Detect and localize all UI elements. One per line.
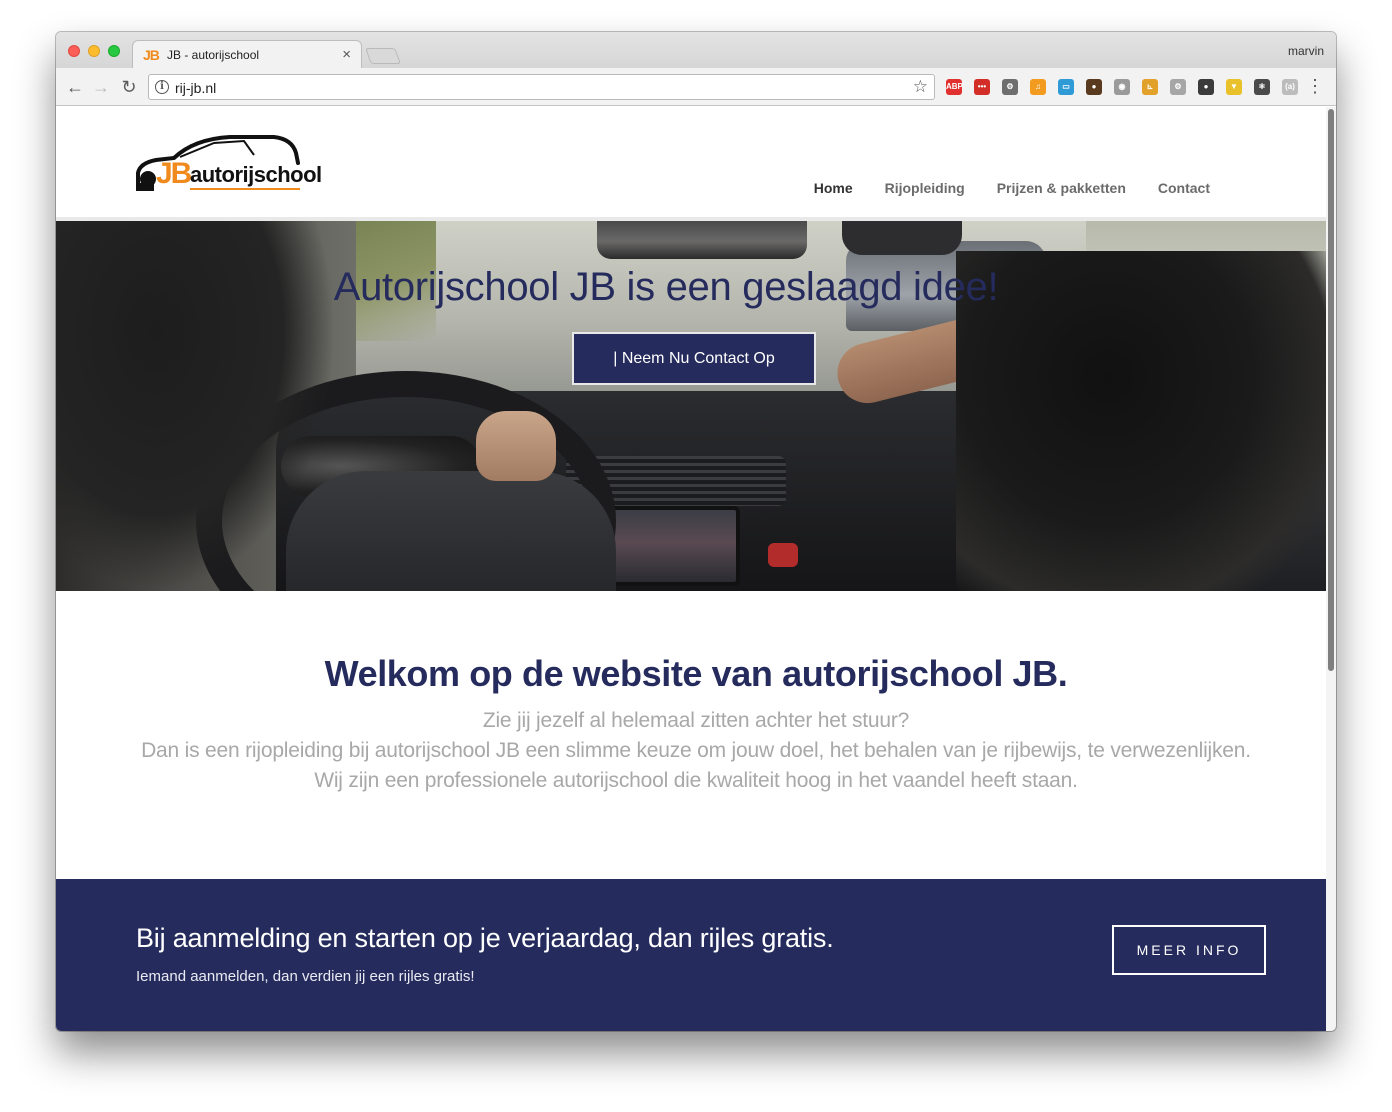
logo-jb-text: JB (156, 157, 192, 190)
nav-item-prijzen[interactable]: Prijzen & pakketten (981, 107, 1142, 220)
window-icon[interactable]: ▭ (1058, 79, 1074, 95)
hero-banner: Autorijschool JB is een geslaagd idee! |… (56, 221, 1336, 591)
page-viewport: JB autorijschool Home Rijopleiding Prijz… (56, 107, 1336, 1031)
bookmark-star-icon[interactable]: ☆ (913, 77, 928, 97)
main-navigation: Home Rijopleiding Prijzen & pakketten Co… (797, 107, 1226, 220)
maximize-window-button[interactable] (108, 45, 120, 57)
tab-title: JB - autorijschool (167, 48, 260, 62)
hero-rearview-mirror (597, 221, 807, 259)
hero-driver-hand (476, 411, 556, 481)
nav-item-contact[interactable]: Contact (1142, 107, 1226, 220)
browser-menu-icon[interactable]: ⋮ (1306, 76, 1324, 96)
welcome-text-line-2: Dan is een rijopleiding bij autorijschoo… (141, 739, 1251, 762)
welcome-section: Welkom op de website van autorijschool J… (56, 591, 1336, 879)
music-icon[interactable]: ♫ (1030, 79, 1046, 95)
hero-hazard-button (768, 543, 798, 567)
tab-bar: JB JB - autorijschool × marvin (56, 32, 1336, 68)
browser-tab[interactable]: JB JB - autorijschool × (132, 40, 362, 68)
react-icon[interactable]: ⚛ (1254, 79, 1270, 95)
promo-title: Bij aanmelding en starten op je verjaard… (136, 923, 834, 953)
hero-sensor-housing (842, 221, 962, 255)
nav-item-home[interactable]: Home (797, 107, 869, 220)
spy-icon[interactable]: ● (1086, 79, 1102, 95)
nav-item-rijopleiding[interactable]: Rijopleiding (869, 107, 981, 220)
minimize-window-button[interactable] (88, 45, 100, 57)
camera-icon[interactable]: ◉ (1114, 79, 1130, 95)
site-logo[interactable]: JB autorijschool (134, 133, 322, 197)
new-tab-button[interactable] (365, 48, 401, 64)
close-tab-icon[interactable]: × (342, 46, 351, 63)
hero-title: Autorijschool JB is een geslaagd idee! (333, 265, 999, 309)
welcome-title: Welkom op de website van autorijschool J… (324, 653, 1068, 694)
meer-info-button[interactable]: MEER INFO (1112, 925, 1266, 975)
forward-arrow-icon[interactable]: → (90, 76, 112, 98)
promo-banner: Bij aanmelding en starten op je verjaard… (56, 879, 1336, 1031)
scrollbar[interactable] (1326, 107, 1336, 1031)
reload-icon[interactable]: ↻ (118, 76, 140, 98)
adblock-plus-icon[interactable]: ABP (946, 79, 963, 95)
welcome-text-line-1: Zie jij jezelf al helemaal zitten achter… (482, 709, 910, 732)
site-header: JB autorijschool Home Rijopleiding Prijz… (56, 107, 1326, 221)
browser-toolbar: ← → ↻ i rij-jb.nl ☆ ABP ••• ⚙ ♫ ▭ ● ◉ ⊾ ⚙ ● ▼ ⚛ (a) … (56, 68, 1336, 106)
gear-icon[interactable]: ⚙ (1170, 79, 1186, 95)
info-icon[interactable]: i (155, 80, 169, 94)
browser-window: JB JB - autorijschool × marvin ← → ↻ i r… (56, 32, 1336, 1031)
ruler-icon[interactable]: ⊾ (1142, 79, 1158, 95)
url-text[interactable]: rij-jb.nl (175, 80, 216, 96)
circle-icon[interactable]: ● (1198, 79, 1214, 95)
back-arrow-icon[interactable]: ← (64, 76, 86, 98)
address-bar[interactable]: i rij-jb.nl ☆ (148, 74, 935, 100)
promo-subtitle: Iemand aanmelden, dan verdien jij een ri… (136, 968, 475, 985)
scrollbar-thumb[interactable] (1328, 109, 1334, 671)
contact-cta-button[interactable]: | Neem Nu Contact Op (572, 332, 816, 385)
close-window-button[interactable] (68, 45, 80, 57)
settings-cog-icon[interactable]: ⚙ (1002, 79, 1018, 95)
logo-wordmark: autorijschool (190, 162, 322, 187)
a11y-icon[interactable]: (a) (1282, 79, 1298, 95)
lastpass-icon[interactable]: ••• (974, 79, 990, 95)
welcome-text-line-3: Wij zijn een professionele autorijschool… (314, 769, 1078, 792)
shield-icon[interactable]: ▼ (1226, 79, 1242, 95)
profile-name[interactable]: marvin (1288, 44, 1324, 58)
favicon-icon: JB (143, 47, 160, 63)
